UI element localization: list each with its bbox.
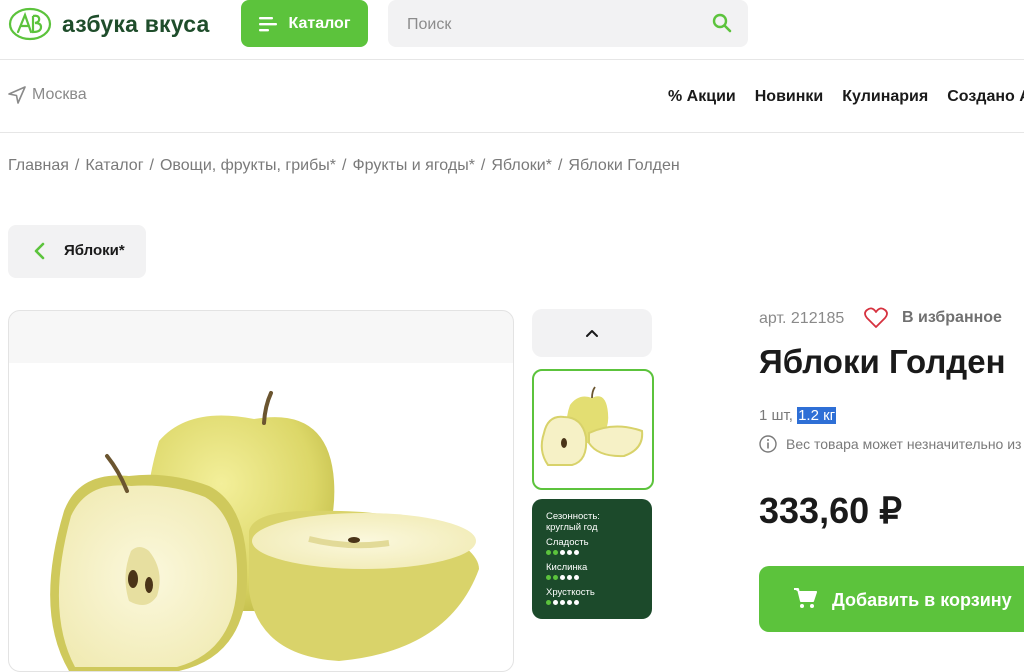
back-label: Яблоки* <box>64 242 125 259</box>
nav-item-culinary[interactable]: Кулинария <box>842 88 928 106</box>
add-to-favorites-button[interactable]: В избранное <box>864 307 1002 329</box>
breadcrumb-separator: / <box>557 157 563 174</box>
season-value: круглый год <box>546 522 598 533</box>
product-title: Яблоки Голден <box>759 343 1006 380</box>
info-icon[interactable] <box>759 435 777 453</box>
rating-dot <box>574 550 579 555</box>
rating-dot <box>553 575 558 580</box>
rating-dot <box>560 575 565 580</box>
product-main-image[interactable] <box>8 310 514 672</box>
sweetness-label: Сладость <box>546 537 589 548</box>
rating-dot <box>574 575 579 580</box>
city-name: Москва <box>32 86 87 103</box>
breadcrumb-separator: / <box>74 157 80 174</box>
top-navigation: % Акции Новинки Кулинария Создано А <box>668 88 1024 106</box>
breadcrumb-separator: / <box>149 157 154 174</box>
breadcrumb-item[interactable]: Фрукты и ягоды* <box>352 157 474 174</box>
rating-dot <box>553 550 558 555</box>
weight-note: Вес товара может незначительно из <box>759 435 1021 453</box>
breadcrumb-item[interactable]: Главная <box>8 157 69 174</box>
crunch-rating <box>546 600 579 605</box>
search-icon[interactable] <box>712 13 732 33</box>
add-to-cart-label: Добавить в корзину <box>832 590 1012 610</box>
nav-item-created[interactable]: Создано А <box>947 88 1024 106</box>
rating-dot <box>567 575 572 580</box>
season-label: Сезонность: <box>546 511 600 522</box>
rating-dot <box>567 600 572 605</box>
heart-icon <box>864 307 888 328</box>
rating-dot <box>546 600 551 605</box>
acidity-rating <box>546 575 579 580</box>
logo-text: азбука вкуса <box>62 10 210 37</box>
weight-note-text: Вес товара может незначительно из <box>786 436 1022 452</box>
rating-dot <box>574 600 579 605</box>
nav-divider <box>0 132 1024 133</box>
rating-dot <box>546 550 551 555</box>
quantity-weight: 1.2 кг <box>797 407 837 424</box>
chevron-left-icon <box>34 242 45 260</box>
product-quantity: 1 шт, 1.2 кг <box>759 407 837 424</box>
location-arrow-icon <box>8 86 26 104</box>
search-bar <box>388 0 748 49</box>
logo[interactable]: азбука вкуса <box>8 6 209 42</box>
header-divider <box>0 59 1024 60</box>
breadcrumb-separator: / <box>480 157 486 174</box>
cart-icon <box>794 588 817 608</box>
back-to-category-button[interactable]: Яблоки* <box>8 225 146 278</box>
gallery-thumbnail-photo[interactable] <box>532 369 654 490</box>
favorites-label: В избранное <box>902 309 1002 326</box>
rating-dot <box>560 600 565 605</box>
catalog-button[interactable]: Каталог <box>241 0 368 47</box>
add-to-cart-button[interactable]: Добавить в корзину <box>759 566 1024 632</box>
city-selector[interactable]: Москва <box>8 86 87 104</box>
apple-photo <box>50 391 479 671</box>
chevron-up-icon <box>586 330 598 337</box>
nav-item-new[interactable]: Новинки <box>755 88 824 106</box>
rating-dot <box>546 575 551 580</box>
acidity-label: Кислинка <box>546 562 588 573</box>
crunch-label: Хрусткость <box>546 587 595 598</box>
nav-item-promotions[interactable]: % Акции <box>668 88 736 106</box>
catalog-label: Каталог <box>288 14 351 32</box>
rating-dot <box>560 550 565 555</box>
sweetness-rating <box>546 550 579 555</box>
rating-dot <box>567 550 572 555</box>
breadcrumb-separator: / <box>341 157 347 174</box>
breadcrumb-item[interactable]: Яблоки* <box>491 157 552 174</box>
search-input[interactable] <box>405 0 699 49</box>
rating-dot <box>553 600 558 605</box>
breadcrumb-current: Яблоки Голден <box>568 157 680 174</box>
breadcrumb-item[interactable]: Каталог <box>85 157 143 174</box>
logo-emblem-icon <box>8 7 52 41</box>
gallery-up-button[interactable] <box>532 309 652 357</box>
gallery-thumbnail-info-card[interactable]: Сезонность: круглый год Сладость Кислинк… <box>532 499 652 619</box>
quantity-pieces: 1 шт, <box>759 407 798 424</box>
article-number: арт. 212185 <box>759 310 845 327</box>
menu-icon <box>258 16 277 31</box>
breadcrumb-item[interactable]: Овощи, фрукты, грибы* <box>160 157 336 174</box>
product-price: 333,60 ₽ <box>759 490 903 531</box>
apple-thumbnail <box>540 386 644 466</box>
breadcrumb: Главная / Каталог / Овощи, фрукты, грибы* / Фр… <box>8 157 680 175</box>
